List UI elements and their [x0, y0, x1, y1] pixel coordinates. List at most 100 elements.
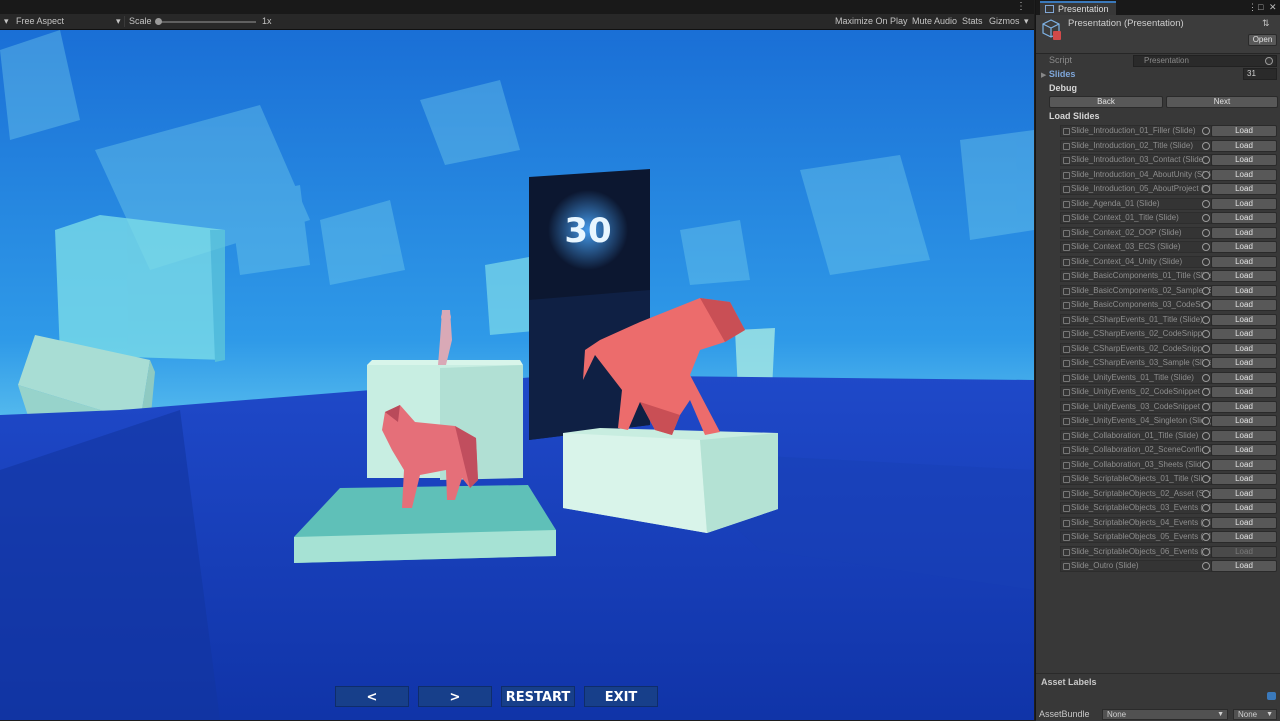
object-picker-icon[interactable] [1202, 359, 1210, 367]
foldout-arrow-icon[interactable]: ▶ [1041, 72, 1046, 79]
object-picker-icon[interactable] [1202, 475, 1210, 483]
slide-object-field[interactable]: Slide_ScriptableObjects_06_Events (Slide… [1060, 546, 1214, 558]
load-slide-button[interactable]: Load [1211, 386, 1277, 398]
slides-count-field[interactable]: 31 [1243, 68, 1277, 80]
object-picker-icon[interactable] [1202, 417, 1210, 425]
settings-icon[interactable]: ⇅ [1262, 18, 1270, 29]
slide-object-field[interactable]: Slide_Context_03_ECS (Slide) [1060, 241, 1214, 253]
label-tag-icon[interactable] [1267, 692, 1276, 700]
object-picker-icon[interactable] [1202, 287, 1210, 295]
slide-object-field[interactable]: Slide_BasicComponents_01_Title (Slide) [1060, 270, 1214, 282]
load-slide-button[interactable]: Load [1211, 343, 1277, 355]
load-slide-button[interactable]: Load [1211, 270, 1277, 282]
slide-object-field[interactable]: Slide_Collaboration_03_Sheets (Slide) [1060, 459, 1214, 471]
aspect-dropdown-arrow-icon[interactable]: ▾ [116, 16, 121, 27]
load-slide-button[interactable]: Load [1211, 212, 1277, 224]
slide-object-field[interactable]: Slide_Collaboration_01_Title (Slide) [1060, 430, 1214, 442]
load-slide-button[interactable]: Load [1211, 357, 1277, 369]
load-slide-button[interactable]: Load [1211, 256, 1277, 268]
slide-object-field[interactable]: Slide_BasicComponents_02_Sample (Slide) [1060, 285, 1214, 297]
open-button[interactable]: Open [1248, 34, 1277, 46]
load-slide-button[interactable]: Load [1211, 198, 1277, 210]
restart-button[interactable]: RESTART [501, 686, 575, 707]
object-picker-icon[interactable] [1202, 142, 1210, 150]
object-picker-icon[interactable] [1202, 548, 1210, 556]
maximize-on-play-toggle[interactable]: Maximize On Play [835, 16, 908, 26]
game-viewport[interactable]: 30 [0, 30, 1034, 720]
slide-object-field[interactable]: Slide_ScriptableObjects_04_Events (Slide… [1060, 517, 1214, 529]
maximize-icon[interactable]: □ [1258, 2, 1263, 12]
back-button[interactable]: Back [1049, 96, 1163, 108]
object-picker-icon[interactable] [1202, 504, 1210, 512]
object-picker-icon[interactable] [1202, 330, 1210, 338]
slide-object-field[interactable]: Slide_CSharpEvents_02_CodeSnippet (Slide… [1060, 343, 1214, 355]
object-picker-icon[interactable] [1202, 156, 1210, 164]
load-slide-button[interactable]: Load [1211, 125, 1277, 137]
slide-object-field[interactable]: Slide_Outro (Slide) [1060, 560, 1214, 572]
slide-object-field[interactable]: Slide_ScriptableObjects_01_Title (Slide) [1060, 473, 1214, 485]
object-picker-icon[interactable] [1202, 519, 1210, 527]
load-slide-button[interactable]: Load [1211, 488, 1277, 500]
object-picker-icon[interactable] [1202, 243, 1210, 251]
slide-object-field[interactable]: Slide_CSharpEvents_01_Title (Slide) [1060, 314, 1214, 326]
load-slide-button[interactable]: Load [1211, 314, 1277, 326]
object-picker-icon[interactable] [1202, 374, 1210, 382]
prev-slide-button[interactable]: < [335, 686, 409, 707]
more-options-icon[interactable]: ⋮ [1016, 1, 1026, 12]
slide-object-field[interactable]: Slide_Context_01_Title (Slide) [1060, 212, 1214, 224]
object-picker-icon[interactable] [1202, 200, 1210, 208]
load-slide-button[interactable]: Load [1211, 154, 1277, 166]
object-picker-icon[interactable] [1202, 272, 1210, 280]
object-picker-icon[interactable] [1202, 258, 1210, 266]
object-picker-icon[interactable] [1202, 432, 1210, 440]
load-slide-button[interactable]: Load [1211, 430, 1277, 442]
load-slide-button[interactable]: Load [1211, 227, 1277, 239]
load-slide-button[interactable]: Load [1211, 531, 1277, 543]
menu-icon[interactable]: ▾ [4, 16, 9, 27]
slide-object-field[interactable]: Slide_UnityEvents_04_Singleton (Slide) [1060, 415, 1214, 427]
object-picker-icon[interactable] [1202, 403, 1210, 411]
load-slide-button[interactable]: Load [1211, 299, 1277, 311]
slide-object-field[interactable]: Slide_Collaboration_02_SceneConflicts (S… [1060, 444, 1214, 456]
load-slide-button[interactable]: Load [1211, 560, 1277, 572]
load-slide-button[interactable]: Load [1211, 183, 1277, 195]
load-slide-button[interactable]: Load [1211, 415, 1277, 427]
load-slide-button[interactable]: Load [1211, 444, 1277, 456]
slide-object-field[interactable]: Slide_CSharpEvents_02_CodeSnippet (Slide… [1060, 328, 1214, 340]
slide-object-field[interactable]: Slide_Agenda_01 (Slide) [1060, 198, 1214, 210]
slide-object-field[interactable]: Slide_UnityEvents_02_CodeSnippet (Slide) [1060, 386, 1214, 398]
slide-object-field[interactable]: Slide_Context_02_OOP (Slide) [1060, 227, 1214, 239]
object-picker-icon[interactable] [1202, 533, 1210, 541]
asset-variant-dropdown[interactable]: None ▼ [1233, 709, 1277, 720]
load-slide-button[interactable]: Load [1211, 473, 1277, 485]
gizmos-dropdown-arrow-icon[interactable]: ▾ [1024, 16, 1029, 27]
stats-toggle[interactable]: Stats [962, 16, 983, 26]
load-slide-button[interactable]: Load [1211, 401, 1277, 413]
object-picker-icon[interactable] [1202, 214, 1210, 222]
load-slide-button[interactable]: Load [1211, 502, 1277, 514]
object-picker-icon[interactable] [1202, 185, 1210, 193]
more-options-icon[interactable]: ⋮ [1248, 2, 1257, 13]
exit-button[interactable]: EXIT [584, 686, 658, 707]
close-icon[interactable]: ✕ [1269, 2, 1277, 13]
object-picker-icon[interactable] [1202, 562, 1210, 570]
load-slide-button[interactable]: Load [1211, 328, 1277, 340]
object-picker-icon[interactable] [1202, 316, 1210, 324]
slide-object-field[interactable]: Slide_ScriptableObjects_02_Asset (Slide) [1060, 488, 1214, 500]
slide-object-field[interactable]: Slide_Context_04_Unity (Slide) [1060, 256, 1214, 268]
slide-object-field[interactable]: Slide_Introduction_01_Filler (Slide) [1060, 125, 1214, 137]
slide-object-field[interactable]: Slide_Introduction_02_Title (Slide) [1060, 140, 1214, 152]
object-picker-icon[interactable] [1202, 171, 1210, 179]
aspect-dropdown[interactable]: Free Aspect [16, 16, 64, 26]
next-button[interactable]: Next [1166, 96, 1278, 108]
slide-object-field[interactable]: Slide_UnityEvents_01_Title (Slide) [1060, 372, 1214, 384]
object-picker-icon[interactable] [1202, 388, 1210, 396]
slide-object-field[interactable]: Slide_ScriptableObjects_03_Events (Slide… [1060, 502, 1214, 514]
scale-slider[interactable] [160, 21, 256, 23]
load-slide-button[interactable]: Load [1211, 459, 1277, 471]
slide-object-field[interactable]: Slide_Introduction_03_Contact (Slide) [1060, 154, 1214, 166]
slide-object-field[interactable]: Slide_BasicComponents_03_CodeSnippet (Sl… [1060, 299, 1214, 311]
object-picker-icon[interactable] [1202, 461, 1210, 469]
object-picker-icon[interactable] [1202, 345, 1210, 353]
slide-object-field[interactable]: Slide_Introduction_04_AboutUnity (Slide) [1060, 169, 1214, 181]
